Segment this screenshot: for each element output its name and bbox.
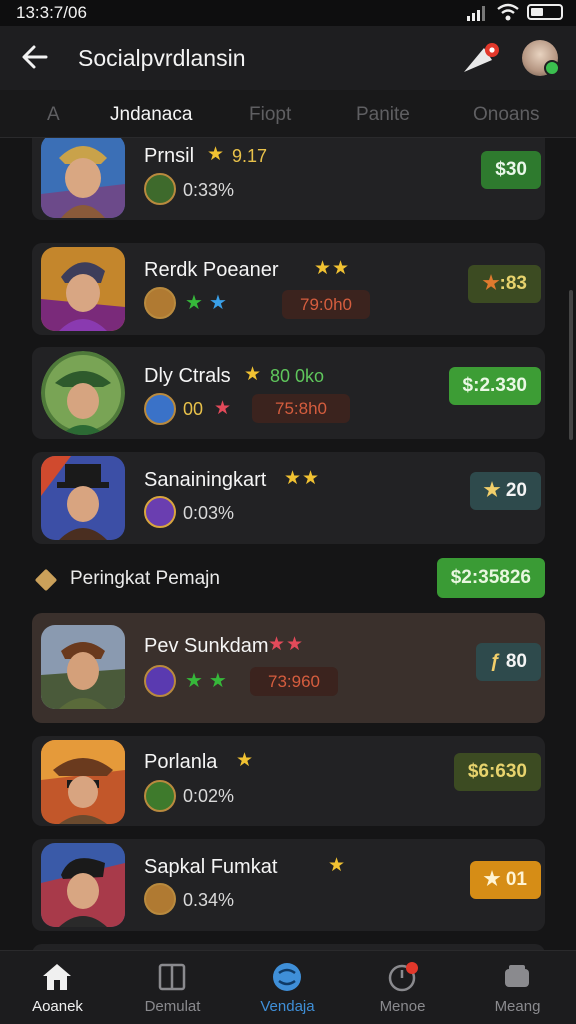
character-portrait-icon [41, 625, 125, 709]
character-portrait-icon [41, 740, 125, 824]
green-stars-icon: ★★ [185, 670, 233, 692]
player-sub: 00 [183, 399, 204, 419]
price-button[interactable]: $30 [481, 151, 541, 189]
nav-label: Demulat [144, 998, 201, 1015]
nav-demulat[interactable]: Demulat [115, 951, 230, 1024]
nav-label: Menoe [379, 998, 426, 1015]
timer-icon [388, 962, 418, 992]
character-portrait-icon [41, 843, 125, 927]
book-icon [158, 963, 186, 991]
star-gems-icon: ★★ [185, 292, 233, 314]
price-button[interactable]: $6:630 [453, 753, 541, 791]
player-name: Dly Ctrals [144, 365, 231, 387]
price-value: 20 [505, 480, 527, 501]
list-item[interactable]: Sapkal Fumkat ★ 0.34% ★ 01 [32, 839, 545, 931]
list-item[interactable]: Sanainingkart ★★ 0:03% ★ 20 [32, 452, 545, 544]
player-name: Sapkal Fumkat [144, 856, 278, 878]
badge-icon [144, 665, 176, 697]
nav-label: Vendaja [260, 998, 315, 1015]
wifi-icon [497, 3, 519, 21]
timer-label: 75:8h0 [252, 394, 350, 423]
character-portrait-icon [41, 351, 125, 435]
nav-menoe[interactable]: Menoe [345, 951, 460, 1024]
status-time: 13:3:7/06 [16, 3, 87, 22]
timer-label: 73:960 [250, 667, 338, 696]
list-item[interactable]: Porlanla ★ 0:02% $6:630 [32, 736, 545, 826]
price-value: 80 [505, 651, 527, 672]
star-icon: ★ [207, 144, 226, 165]
battery-icon [527, 4, 563, 20]
player-name: Prnsil [144, 145, 195, 167]
nav-home[interactable]: Aoanek [0, 951, 115, 1024]
star-icon: ★ [244, 364, 263, 385]
player-percent: 0:03% [183, 503, 235, 523]
nav-meang[interactable]: Meang [460, 951, 575, 1024]
section-price-button[interactable]: $2:35826 [436, 558, 545, 598]
notification-icon[interactable] [460, 38, 504, 78]
tab-panite[interactable]: Panite [356, 104, 410, 126]
section-header: Peringkat Pemajn $2:35826 [32, 556, 545, 600]
badge-icon [144, 393, 176, 425]
badge-icon [144, 287, 176, 319]
diamond-icon [34, 568, 58, 592]
tab-a[interactable]: A [47, 104, 60, 126]
character-portrait-icon [41, 138, 125, 218]
star-rating-icon: ★★ [268, 634, 305, 655]
scrollbar[interactable] [569, 290, 573, 440]
list-item[interactable]: Rerdk Poeaner ★★ ★★ 79:0h0 ★:83 [32, 243, 545, 335]
player-percent: 0:33% [183, 180, 235, 200]
app-header: Socialpvrdlansin [0, 26, 576, 90]
timer-label: 79:0h0 [282, 290, 370, 319]
price-button[interactable]: ★ 01 [469, 861, 541, 899]
character-portrait-icon [41, 456, 125, 540]
section-title: Peringkat Pemajn [70, 568, 220, 589]
player-name: Sanainingkart [144, 469, 267, 491]
player-rating: 80 0ko [270, 366, 325, 386]
tab-fiopt[interactable]: Fiopt [249, 104, 291, 126]
status-bar: 13:3:7/06 [0, 0, 576, 26]
badge-icon [144, 173, 176, 205]
list-item[interactable]: Dly Ctrals ★ 80 0ko 00 ★ 75:8h0 $:2.330 [32, 347, 545, 439]
page-title: Socialpvrdlansin [78, 45, 246, 71]
tab-jndanaca[interactable]: Jndanaca [110, 104, 192, 126]
character-portrait-icon [41, 247, 125, 331]
player-name: Rerdk Poeaner [144, 259, 279, 281]
signal-icon [467, 6, 485, 21]
badge-icon [144, 883, 176, 915]
back-arrow-icon[interactable] [20, 42, 50, 72]
price-button[interactable]: $:2.330 [448, 367, 541, 405]
star-icon: ★ [328, 855, 347, 876]
price-button[interactable]: ★ 20 [469, 472, 541, 510]
player-list: Prnsil ★ 9.17 0:33% $30 Rerdk Poeaner ★★… [0, 138, 576, 950]
profile-avatar[interactable] [522, 40, 560, 76]
star-rating-icon: ★★ [314, 258, 351, 279]
list-item[interactable]: Prnsil ★ 9.17 0:33% $30 [32, 138, 545, 220]
player-percent: 0.34% [183, 890, 235, 910]
nav-label: Meang [494, 998, 541, 1015]
red-star-icon: ★ [214, 398, 233, 419]
badge-icon [144, 496, 176, 528]
player-name: Pev Sunkdam [144, 635, 269, 657]
player-name: Porlanla [144, 751, 218, 773]
star-icon: ★ [236, 750, 255, 771]
tab-onoans[interactable]: Onoans [473, 104, 540, 126]
price-button[interactable]: ★:83 [468, 265, 541, 303]
badge-icon [144, 780, 176, 812]
bottom-nav: Aoanek Demulat Vendaja Menoe Meang [0, 950, 576, 1024]
star-rating-icon: ★★ [284, 468, 321, 489]
home-icon [43, 964, 71, 990]
price-value: :83 [499, 273, 527, 294]
list-item[interactable]: Pev Sunkdam ★★ ★★ 73:960 ƒ 80 [32, 613, 545, 723]
player-rating: 9.17 [232, 146, 268, 166]
nav-label: Aoanek [32, 998, 83, 1015]
price-value: 01 [505, 869, 527, 890]
globe-icon [273, 963, 301, 991]
tab-bar: A Jndanaca Fiopt Panite Onoans [0, 90, 576, 138]
app-screen: 13:3:7/06 Socialpvrdlansin A Jndanaca Fi… [0, 0, 576, 1024]
price-button[interactable]: ƒ 80 [476, 643, 541, 681]
chat-icon [505, 965, 529, 987]
nav-vendaja[interactable]: Vendaja [230, 951, 345, 1024]
player-percent: 0:02% [183, 786, 235, 806]
